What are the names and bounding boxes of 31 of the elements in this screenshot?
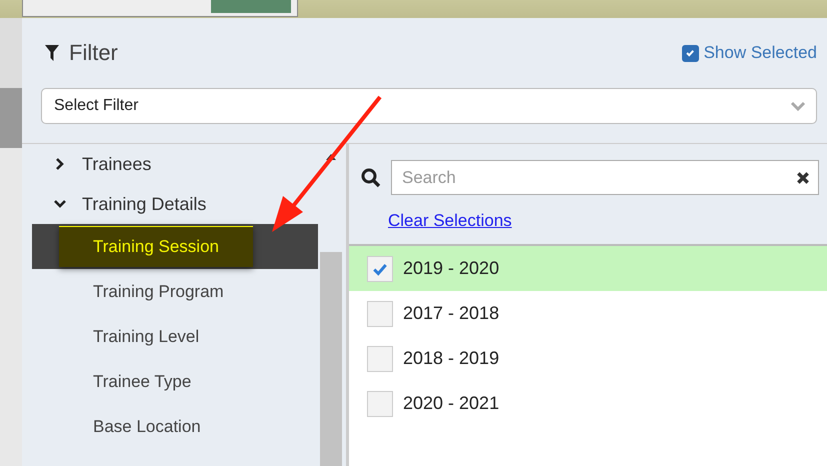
- scrollbar-thumb[interactable]: [320, 252, 342, 466]
- panel-title: Filter: [69, 40, 118, 66]
- option-label: 2017 - 2018: [403, 303, 500, 324]
- tree-item[interactable]: Training Program: [32, 269, 318, 314]
- tree-item[interactable]: Training Session: [32, 224, 318, 269]
- tree-item[interactable]: Trainee Type: [32, 359, 318, 404]
- tree-group[interactable]: Training Details: [22, 184, 318, 224]
- tree-item[interactable]: Base Location: [32, 404, 318, 449]
- option-checkbox[interactable]: [367, 300, 393, 326]
- search-icon: [361, 168, 381, 188]
- chevron-down-icon: [790, 101, 806, 111]
- option-label: 2019 - 2020: [403, 258, 500, 279]
- option-row[interactable]: 2020 - 2021: [349, 381, 827, 426]
- check-icon: [685, 48, 696, 58]
- clear-icon[interactable]: [796, 171, 810, 185]
- option-row[interactable]: 2017 - 2018: [349, 291, 827, 336]
- option-checkbox[interactable]: [367, 346, 393, 372]
- clear-selections-link[interactable]: Clear Selections: [388, 211, 512, 231]
- option-checkbox[interactable]: [367, 256, 393, 282]
- filter-icon: [45, 45, 59, 61]
- tree-group[interactable]: Trainees: [22, 144, 318, 184]
- search-field[interactable]: Search: [391, 160, 819, 195]
- option-label: 2020 - 2021: [403, 393, 500, 414]
- option-label: 2018 - 2019: [403, 348, 500, 369]
- option-row[interactable]: 2018 - 2019: [349, 336, 827, 381]
- option-checkbox[interactable]: [367, 390, 393, 416]
- tree-item[interactable]: Training Level: [32, 314, 318, 359]
- option-row[interactable]: 2019 - 2020: [349, 246, 827, 291]
- scrollbar[interactable]: [320, 154, 342, 466]
- show-selected-checkbox[interactable]: Show Selected: [682, 43, 817, 63]
- filter-dropdown[interactable]: Select Filter: [41, 88, 817, 124]
